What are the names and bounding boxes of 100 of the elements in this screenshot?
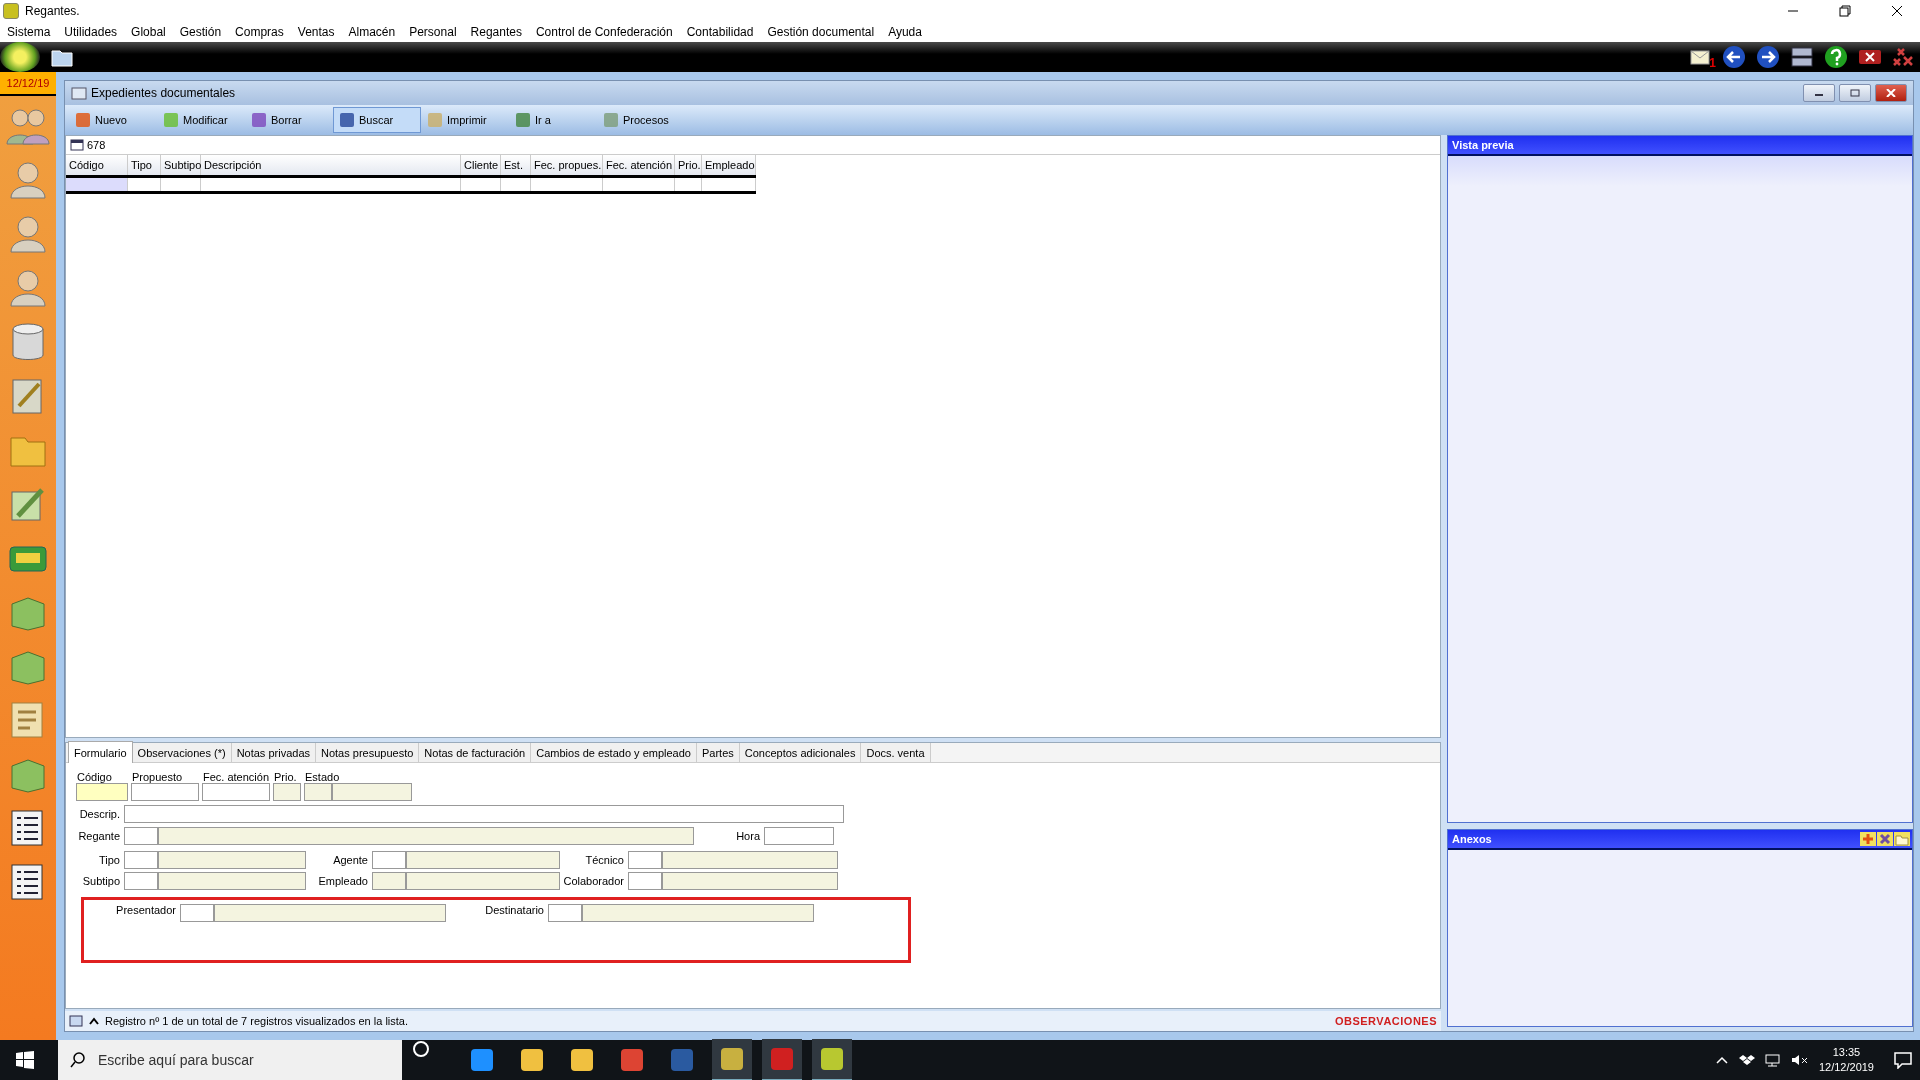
menu-item[interactable]: Regantes	[470, 25, 522, 39]
toolbar-button[interactable]: Nuevo	[69, 107, 157, 133]
menu-item[interactable]: Global	[131, 25, 166, 39]
dropbox-icon[interactable]	[1738, 1053, 1755, 1067]
muted-speaker-icon[interactable]	[1790, 1053, 1809, 1067]
menu-item[interactable]: Almacén	[348, 25, 396, 39]
field-label: Estado	[304, 771, 341, 783]
menu-item[interactable]: Contabilidad	[686, 25, 754, 39]
menu-item[interactable]: Personal	[409, 25, 457, 39]
input-field[interactable]	[124, 851, 158, 869]
minimize-button[interactable]	[1803, 84, 1835, 102]
input-field[interactable]	[406, 851, 560, 869]
column-header[interactable]: Descripción	[201, 155, 461, 175]
panel-header: Anexos	[1452, 833, 1492, 845]
input-field[interactable]	[124, 827, 158, 845]
network-icon[interactable]	[1764, 1053, 1781, 1067]
menu-item[interactable]: Control de Confederación	[535, 25, 673, 39]
tab[interactable]: Cambios de estado y empleado	[531, 743, 697, 762]
input-field[interactable]	[372, 851, 406, 869]
input-field[interactable]	[372, 872, 406, 890]
toolbar-button[interactable]: Imprimir	[421, 107, 509, 133]
input-field[interactable]	[332, 783, 412, 801]
input-field[interactable]	[628, 851, 662, 869]
notifications-icon[interactable]	[1894, 1051, 1912, 1069]
tab[interactable]: Observaciones (*)	[132, 743, 232, 762]
window-layout-icon[interactable]	[1790, 45, 1814, 69]
grid-icon[interactable]	[70, 139, 84, 151]
taskbar-app-icon[interactable]	[812, 1039, 852, 1080]
column-header[interactable]: Prio.	[675, 155, 702, 175]
people-icon[interactable]	[5, 106, 51, 146]
field-label: Destinatario	[484, 904, 545, 916]
tab[interactable]: Notas privadas	[231, 743, 316, 762]
close-button[interactable]	[1875, 84, 1907, 102]
input-field[interactable]	[124, 872, 158, 890]
input-field[interactable]	[158, 851, 306, 869]
clock-date: 12/12/2019	[1818, 1060, 1874, 1075]
person-icon[interactable]	[8, 160, 48, 200]
column-header[interactable]: Empleado	[702, 155, 756, 175]
add-icon[interactable]	[1860, 832, 1876, 846]
toolbar-button[interactable]: Procesos	[597, 107, 685, 133]
toolbar-button[interactable]: Borrar	[245, 107, 333, 133]
menu-item[interactable]: Utilidades	[64, 25, 118, 39]
input-field[interactable]	[202, 783, 270, 801]
table-row[interactable]	[66, 175, 756, 194]
input-field[interactable]	[180, 904, 214, 922]
taskbar-search-field[interactable]: Escribe aquí para buscar	[58, 1040, 402, 1080]
menu-item[interactable]: Ayuda	[888, 25, 922, 39]
selected-cell	[66, 178, 128, 191]
input-field[interactable]	[304, 783, 332, 801]
column-header[interactable]: Subtipo	[161, 155, 201, 175]
menu-item[interactable]: Ventas	[297, 25, 335, 39]
field-label: Tipo	[98, 854, 121, 866]
column-header[interactable]: Est.	[501, 155, 531, 175]
database-icon[interactable]	[10, 322, 46, 362]
input-field[interactable]	[662, 851, 838, 869]
column-header[interactable]: Tipo	[128, 155, 161, 175]
input-field[interactable]	[214, 904, 446, 922]
tab[interactable]: Notas presupuesto	[316, 743, 420, 762]
start-icon[interactable]	[16, 1051, 34, 1069]
toolbar-button[interactable]: Buscar	[333, 107, 421, 133]
taskbar-app-icon[interactable]	[762, 1039, 802, 1080]
input-field[interactable]	[124, 805, 844, 823]
menu-item[interactable]: Compras	[235, 25, 284, 39]
chevron-up-icon[interactable]	[87, 1015, 101, 1027]
close-icon	[1886, 89, 1896, 97]
tab[interactable]: Formulario	[68, 741, 133, 763]
taskbar-app-icon[interactable]	[712, 1039, 752, 1080]
toolbar-button[interactable]: Ir a	[509, 107, 597, 133]
input-field[interactable]	[764, 827, 834, 845]
subwindow-title: Expedientes documentales	[91, 86, 236, 100]
clock-time: 13:35	[1832, 1045, 1861, 1060]
input-field[interactable]	[158, 872, 306, 890]
column-header[interactable]: Cliente	[461, 155, 501, 175]
input-field[interactable]	[406, 872, 560, 890]
input-field[interactable]	[628, 872, 662, 890]
orb-icon[interactable]	[0, 42, 40, 72]
input-field[interactable]	[273, 783, 301, 801]
close-window-icon[interactable]	[1858, 48, 1882, 66]
column-header[interactable]: Fec. atención	[603, 155, 675, 175]
input-field[interactable]	[131, 783, 199, 801]
input-field[interactable]	[662, 872, 838, 890]
input-field[interactable]	[548, 904, 582, 922]
person-icon[interactable]	[8, 268, 48, 308]
tab[interactable]: Notas de facturación	[419, 743, 532, 762]
help-icon[interactable]	[1824, 45, 1848, 69]
input-field[interactable]	[582, 904, 814, 922]
menu-item[interactable]: Gestión documental	[767, 25, 875, 39]
menu-item[interactable]: Gestión	[179, 25, 222, 39]
menu-item[interactable]: Sistema	[7, 25, 51, 39]
tab[interactable]: Conceptos adicionales	[739, 743, 862, 762]
input-field[interactable]	[158, 827, 694, 845]
toolbar-button[interactable]: Modificar	[157, 107, 245, 133]
input-field[interactable]	[76, 783, 128, 801]
column-header[interactable]: Fec. propues.	[531, 155, 603, 175]
person-icon[interactable]	[8, 214, 48, 254]
field-label: Código	[76, 771, 113, 783]
maximize-icon	[1850, 89, 1860, 97]
tab[interactable]: Docs. venta	[861, 743, 931, 762]
tab[interactable]: Partes	[696, 743, 740, 762]
column-header[interactable]: Código	[66, 155, 128, 175]
